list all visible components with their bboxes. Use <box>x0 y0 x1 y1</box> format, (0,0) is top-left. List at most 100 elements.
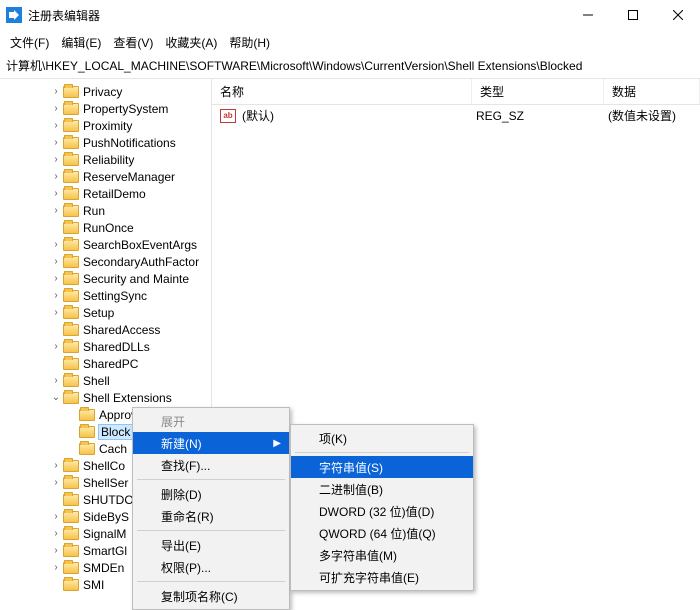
folder-icon <box>63 562 79 574</box>
chevron-right-icon[interactable]: › <box>50 562 62 573</box>
tree-item[interactable]: › ReserveManager <box>0 168 211 185</box>
tree-label: Run <box>83 204 105 218</box>
chevron-right-icon[interactable]: › <box>50 511 62 522</box>
tree-item[interactable]: ›Setup <box>0 304 211 321</box>
menubar: 文件(F) 编辑(E) 查看(V) 收藏夹(A) 帮助(H) <box>0 30 700 55</box>
tree-item[interactable]: › Shell <box>0 372 211 389</box>
maximize-button[interactable] <box>610 0 655 30</box>
chevron-right-icon[interactable]: › <box>50 545 62 556</box>
menu-item[interactable]: 帮助(H) <box>229 34 270 51</box>
menu-item[interactable]: 编辑(E) <box>61 34 101 51</box>
chevron-right-icon[interactable]: › <box>50 171 62 182</box>
chevron-right-icon[interactable]: › <box>50 205 62 216</box>
chevron-right-icon[interactable]: › <box>50 154 62 165</box>
minimize-button[interactable] <box>565 0 610 30</box>
menu-item[interactable]: 导出(E) <box>133 534 289 556</box>
value-name: (默认) <box>242 107 476 124</box>
menu-item[interactable]: 二进制值(B) <box>291 478 473 500</box>
chevron-right-icon[interactable]: › <box>50 103 62 114</box>
folder-icon <box>63 205 79 217</box>
list-header: 名称 类型 数据 <box>212 79 700 105</box>
chevron-right-icon[interactable]: › <box>50 273 62 284</box>
menu-item[interactable]: 查看(V) <box>113 34 153 51</box>
close-button[interactable] <box>655 0 700 30</box>
menu-item[interactable]: 查找(F)... <box>133 454 289 476</box>
menu-separator <box>137 581 285 582</box>
tree-item[interactable]: › Reliability <box>0 151 211 168</box>
tree-label: SearchBoxEventArgs <box>83 238 197 252</box>
menu-item[interactable]: 复制项名称(C) <box>133 585 289 607</box>
tree-label: RetailDemo <box>83 187 146 201</box>
chevron-right-icon[interactable]: › <box>50 341 62 352</box>
chevron-right-icon[interactable]: › <box>50 86 62 97</box>
tree-label: ShellCo <box>83 459 125 473</box>
tree-item[interactable]: ›SettingSync <box>0 287 211 304</box>
chevron-down-icon[interactable]: ⌄ <box>50 392 62 403</box>
tree-item[interactable]: › Privacy <box>0 83 211 100</box>
tree-item[interactable]: › SecondaryAuthFactor <box>0 253 211 270</box>
tree-item[interactable]: › RetailDemo <box>0 185 211 202</box>
menu-item[interactable]: 收藏夹(A) <box>165 34 217 51</box>
value-type: REG_SZ <box>476 109 608 123</box>
tree-item[interactable]: ›SharedDLLs <box>0 338 211 355</box>
tree-item[interactable]: ›PushNotifications <box>0 134 211 151</box>
column-data[interactable]: 数据 <box>604 79 700 104</box>
tree-label: Reliability <box>83 153 134 167</box>
tree-label: Privacy <box>83 85 122 99</box>
folder-icon <box>63 137 79 149</box>
menu-item[interactable]: 删除(D) <box>133 483 289 505</box>
chevron-right-icon[interactable]: › <box>50 120 62 131</box>
chevron-right-icon[interactable]: › <box>50 137 62 148</box>
folder-icon <box>63 307 79 319</box>
menu-item[interactable]: DWORD (32 位)值(D) <box>291 500 473 522</box>
folder-icon <box>63 545 79 557</box>
addressbar[interactable]: 计算机\HKEY_LOCAL_MACHINE\SOFTWARE\Microsof… <box>0 55 700 78</box>
chevron-right-icon[interactable]: › <box>50 375 62 386</box>
tree-label: ReserveManager <box>83 170 175 184</box>
folder-icon <box>63 324 79 336</box>
chevron-right-icon[interactable]: › <box>50 460 62 471</box>
menu-item[interactable]: 权限(P)... <box>133 556 289 578</box>
chevron-right-icon[interactable]: › <box>50 528 62 539</box>
menu-item[interactable]: QWORD (64 位)值(Q) <box>291 522 473 544</box>
chevron-right-icon[interactable]: › <box>50 188 62 199</box>
menu-item[interactable]: 字符串值(S) <box>291 456 473 478</box>
app-icon <box>6 7 22 23</box>
tree-item[interactable]: ›SharedPC <box>0 355 211 372</box>
tree-item[interactable]: ›Security and Mainte <box>0 270 211 287</box>
folder-icon <box>63 579 79 591</box>
folder-icon <box>63 273 79 285</box>
tree-label: Shell Extensions <box>83 391 172 405</box>
column-name[interactable]: 名称 <box>212 79 472 104</box>
menu-item[interactable]: 新建(N)▶ <box>133 432 289 454</box>
list-row[interactable]: ab(默认)REG_SZ(数值未设置) <box>212 105 700 126</box>
tree-item[interactable]: ⌄ Shell Extensions <box>0 389 211 406</box>
tree-item[interactable]: › Run <box>0 202 211 219</box>
chevron-right-icon[interactable]: › <box>50 477 62 488</box>
tree-item[interactable]: ›Proximity <box>0 117 211 134</box>
tree-item[interactable]: ›SharedAccess <box>0 321 211 338</box>
tree-label: SideByS <box>83 510 129 524</box>
menu-item[interactable]: 文件(F) <box>10 34 49 51</box>
menu-item[interactable]: 多字符串值(M) <box>291 544 473 566</box>
tree-label: SecondaryAuthFactor <box>83 255 199 269</box>
column-type[interactable]: 类型 <box>472 79 604 104</box>
submenu-new: 项(K) 字符串值(S)二进制值(B)DWORD (32 位)值(D)QWORD … <box>290 424 474 591</box>
menu-item[interactable]: 项(K) <box>291 427 473 449</box>
menu-item[interactable]: 重命名(R) <box>133 505 289 527</box>
tree-label: SMDEn <box>83 561 124 575</box>
folder-icon <box>63 494 79 506</box>
chevron-right-icon[interactable]: › <box>50 239 62 250</box>
tree-label: RunOnce <box>83 221 134 235</box>
menu-separator <box>295 452 469 453</box>
window-title: 注册表编辑器 <box>28 7 565 24</box>
tree-item[interactable]: ›RunOnce <box>0 219 211 236</box>
tree-label: Shell <box>83 374 110 388</box>
menu-item[interactable]: 可扩充字符串值(E) <box>291 566 473 588</box>
chevron-right-icon[interactable]: › <box>50 290 62 301</box>
menu-separator <box>137 530 285 531</box>
tree-item[interactable]: ›PropertySystem <box>0 100 211 117</box>
chevron-right-icon[interactable]: › <box>50 307 62 318</box>
tree-item[interactable]: › SearchBoxEventArgs <box>0 236 211 253</box>
chevron-right-icon[interactable]: › <box>50 256 62 267</box>
